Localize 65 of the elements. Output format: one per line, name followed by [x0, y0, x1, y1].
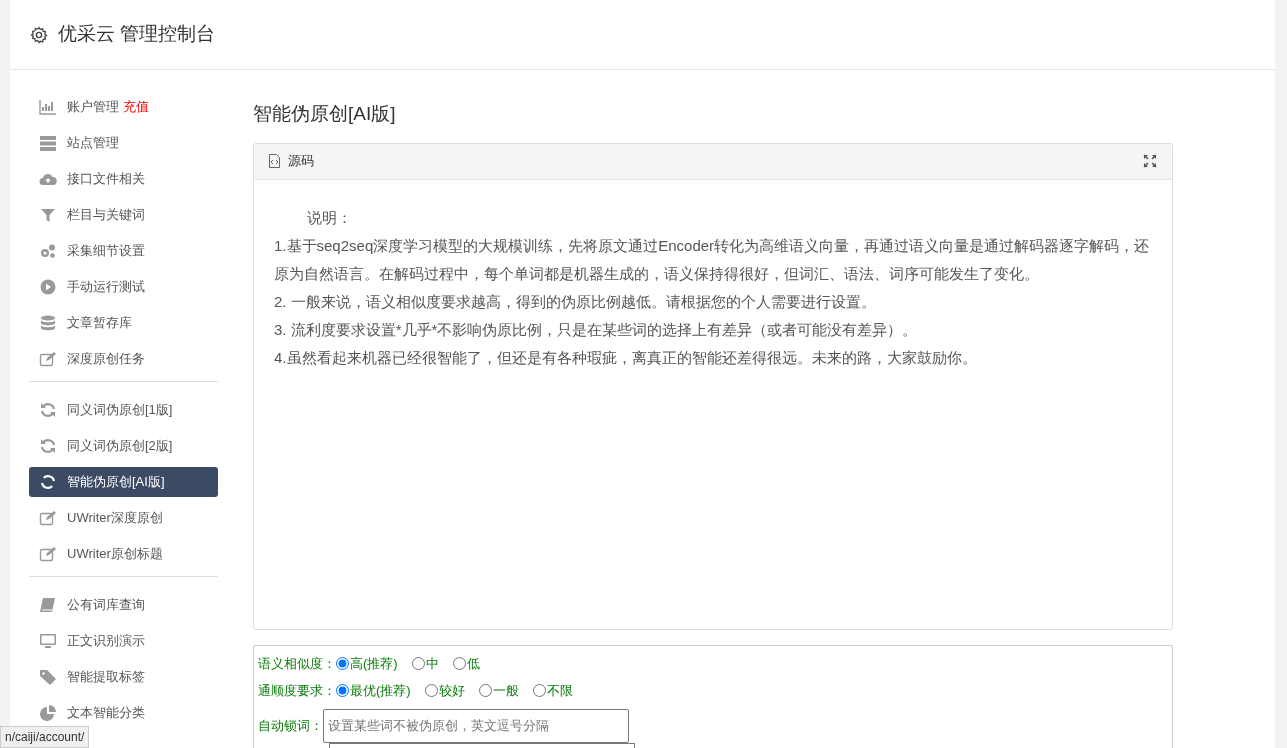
option-label[interactable]: 高(推荐)	[350, 653, 398, 673]
option-label[interactable]: 一般	[492, 681, 519, 701]
option-label[interactable]: 最优(推荐)	[350, 681, 411, 701]
edit-icon	[39, 510, 57, 526]
edit-icon	[39, 351, 57, 367]
monitor-icon	[39, 633, 57, 649]
sidebar-item[interactable]: 同义词伪原创[2版]	[29, 431, 218, 461]
field-label: 自动锁词：	[258, 716, 323, 735]
field-label: 语义相似度：	[258, 654, 336, 673]
pie-chart-icon	[39, 705, 57, 721]
sidebar-item[interactable]: 正文识别演示	[29, 626, 218, 656]
radio-button[interactable]	[336, 684, 349, 698]
editor-text-line: 4.虽然看起来机器已经很智能了，但还是有各种瑕疵，离真正的智能还差得很远。未来的路，大家鼓励你。	[274, 347, 978, 368]
sidebar-item[interactable]: 公有词库查询	[29, 590, 218, 620]
radio-button[interactable]	[411, 656, 425, 670]
source-label[interactable]: 源码	[288, 151, 314, 171]
radio-button[interactable]	[424, 684, 438, 698]
sidebar-item[interactable]: UWriter深度原创	[29, 503, 218, 533]
editor-text-line: 说明：	[306, 207, 353, 228]
sidebar-item[interactable]: 采集细节设置	[29, 236, 218, 266]
refresh-icon	[39, 438, 57, 454]
sidebar-item[interactable]: 文章暂存库	[29, 308, 218, 338]
radio-button[interactable]	[336, 656, 349, 670]
book-icon	[39, 597, 57, 613]
radio-button[interactable]	[478, 684, 492, 698]
tag-icon	[39, 669, 57, 685]
status-url: n/caiji/account/	[0, 726, 90, 748]
radio-button[interactable]	[532, 684, 546, 698]
sidebar-item[interactable]: 智能伪原创[AI版]	[29, 467, 218, 497]
editor-text-line: 3. 流利度要求设置*几乎*不影响伪原比例，只是在某些词的选择上有差异（或者可能没有差异）。	[274, 319, 919, 340]
option-label[interactable]: 中	[425, 653, 439, 673]
field-label: 通顺度要求：	[258, 682, 336, 700]
sidebar-item[interactable]: 同义词伪原创[1版]	[29, 395, 218, 425]
play-circle-icon	[39, 279, 57, 295]
editor-text-line: 2. 一般来说，语义相似度要求越高，得到的伪原比例越低。请根据您的个人需要进行设置。	[274, 291, 877, 312]
refresh-icon	[39, 474, 57, 490]
option-label[interactable]: 不限	[546, 681, 573, 701]
server-stack-icon	[39, 135, 57, 151]
recharge-link[interactable]: 充值	[123, 97, 149, 117]
sidebar-item[interactable]: 接口文件相关	[29, 164, 218, 194]
sidebar-item[interactable]: 账户管理 充值	[29, 92, 218, 122]
gears-icon	[39, 243, 57, 259]
edit-icon	[39, 546, 57, 562]
console-title: 优采云 管理控制台	[58, 22, 216, 47]
radio-button[interactable]	[452, 656, 466, 670]
code-file-icon[interactable]	[269, 154, 280, 168]
sidebar-item[interactable]: 智能提取标签	[29, 662, 218, 692]
fullscreen-icon[interactable]	[1143, 154, 1157, 168]
editor-text-line: 1.基于seq2seq深度学习模型的大规模训练，先将原文通过Encoder转化为高维语义向量，再通过语义向量是通过解码器逐字解码，还原为自然语言。在解码过程中，每个单词都是机器生成的，语义保持得很好，但词汇、语法、词序可能发生了变化。	[274, 235, 1151, 284]
sidebar-item[interactable]: 手动运行测试	[29, 272, 218, 302]
sidebar-item[interactable]: 栏目与关键词	[29, 200, 218, 230]
filter-icon	[39, 207, 57, 223]
sidebar-item[interactable]: 深度原创任务	[29, 344, 218, 374]
sidebar-item[interactable]: 站点管理	[29, 128, 218, 158]
gear-icon	[30, 25, 48, 44]
refresh-icon	[39, 402, 57, 418]
cloud-upload-icon	[39, 171, 57, 187]
sidebar-item[interactable]: 文本智能分类	[29, 698, 218, 728]
option-label[interactable]: 较好	[438, 681, 465, 701]
sidebar-item[interactable]: UWriter原创标题	[29, 539, 218, 569]
option-label[interactable]: 低	[466, 653, 480, 673]
page-title: 智能伪原创[AI版]	[253, 102, 397, 126]
lock-words-field[interactable]: 设置某些词不被伪原创，英文逗号分隔	[323, 708, 629, 743]
bar-chart-icon	[39, 99, 57, 115]
database-icon	[39, 315, 57, 331]
